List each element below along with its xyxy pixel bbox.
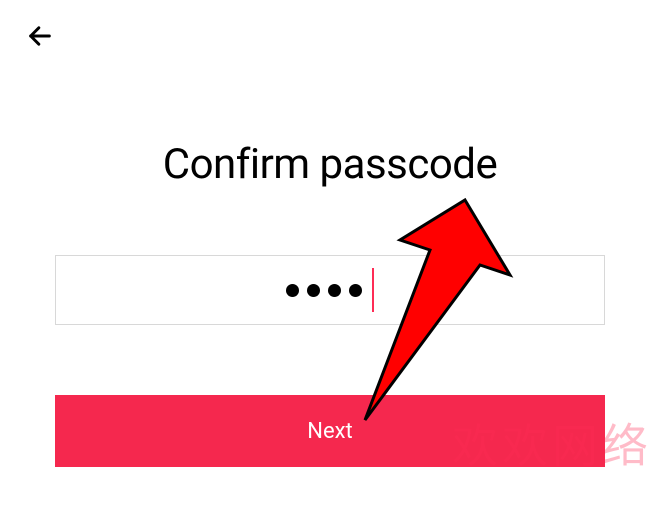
next-button-label: Next (307, 419, 352, 444)
arrow-left-icon (26, 22, 54, 54)
passcode-input[interactable] (55, 255, 605, 325)
text-cursor (372, 268, 374, 312)
passcode-dot (307, 284, 320, 297)
passcode-dot (286, 284, 299, 297)
passcode-dot (328, 284, 341, 297)
back-button[interactable] (20, 18, 60, 58)
passcode-dots (286, 268, 374, 312)
next-button[interactable]: Next (55, 395, 605, 467)
page-title: Confirm passcode (0, 140, 660, 189)
passcode-dot (349, 284, 362, 297)
